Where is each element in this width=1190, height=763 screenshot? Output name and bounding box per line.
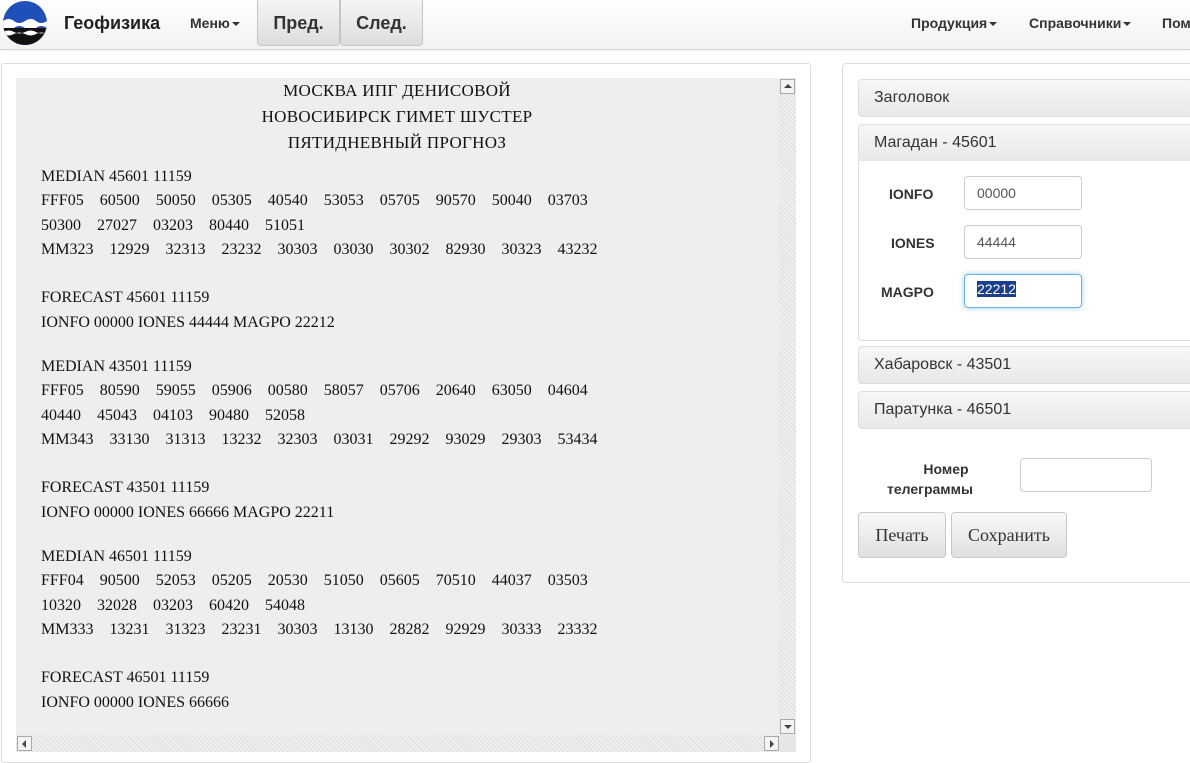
telegram-number-label-line2: телеграммы <box>887 481 973 497</box>
help-link[interactable]: Пом <box>1162 15 1190 31</box>
accordion-magadan[interactable]: Магадан - 45601 <box>858 124 1190 162</box>
horizontal-scrollbar[interactable] <box>16 735 779 752</box>
ionfo-label: IONFO <box>889 186 934 202</box>
telegram-text-line: IONFO 00000 IONES 66666 MAGPO 22211 <box>41 504 335 521</box>
telegram-text-line: 50300 27027 03203 80440 51051 <box>41 217 305 234</box>
scroll-down-button[interactable] <box>780 719 795 734</box>
telegram-text-line: MM323 12929 32313 23232 30303 03030 3030… <box>41 241 598 258</box>
telegram-number-label-line1: Номер <box>923 461 969 477</box>
vertical-scrollbar[interactable] <box>779 78 796 734</box>
telegram-textarea[interactable]: МОСКВА ИПГ ДЕНИСОВОЙ НОВОСИБИРСК ГИМЕТ Ш… <box>16 78 796 752</box>
magadan-form: IONFO IONES MAGPO 22212 <box>858 161 1190 341</box>
accordion-paratunka[interactable]: Паратунка - 46501 <box>858 391 1190 429</box>
telegram-text-line: IONFO 00000 IONES 44444 MAGPO 22212 <box>41 314 335 331</box>
telegram-text-line: IONFO 00000 IONES 66666 <box>41 694 229 711</box>
telegram-text-line: MEDIAN 43501 11159 <box>41 358 192 375</box>
arrow-right-icon <box>770 740 774 748</box>
telegram-text-line: MEDIAN 45601 11159 <box>41 168 192 185</box>
caret-down-icon <box>989 22 998 27</box>
menu-label: Меню <box>190 15 230 31</box>
next-button[interactable]: След. <box>340 0 423 46</box>
telegram-header-line: МОСКВА ИПГ ДЕНИСОВОЙ <box>283 81 511 100</box>
scroll-right-button[interactable] <box>764 736 779 751</box>
telegram-text-line: FFF04 90500 52053 05205 20530 51050 0560… <box>41 572 588 589</box>
scrollbar-corner <box>779 735 796 752</box>
ionfo-input[interactable] <box>964 176 1082 210</box>
products-dropdown[interactable]: Продукция <box>911 15 998 31</box>
telegram-text-line: FORECAST 43501 11159 <box>41 479 210 496</box>
telegram-text-line: MM343 33130 31313 13232 32303 03031 2929… <box>41 431 598 448</box>
telegram-text-line: FORECAST 45601 11159 <box>41 289 210 306</box>
telegram-header-line: ПЯТИДНЕВНЫЙ ПРОГНОЗ <box>287 133 507 152</box>
caret-down-icon <box>231 22 240 27</box>
telegram-text-line: FFF05 80590 59055 05906 00580 58057 0570… <box>41 382 588 399</box>
arrow-down-icon <box>783 725 792 729</box>
accordion-khabarovsk[interactable]: Хабаровск - 43501 <box>858 346 1190 384</box>
scroll-up-button[interactable] <box>780 79 795 94</box>
menu-dropdown[interactable]: Меню <box>190 15 240 31</box>
references-dropdown[interactable]: Справочники <box>1029 15 1132 31</box>
telegram-header-line: НОВОСИБИРСК ГИМЕТ ШУСТЕР <box>261 107 533 126</box>
arrow-left-icon <box>22 740 26 748</box>
telegram-text-line: MEDIAN 46501 11159 <box>41 548 192 565</box>
telegram-text-line: 10320 32028 03203 60420 54048 <box>41 597 305 614</box>
telegram-text-line: MM333 13231 31323 23231 30303 13130 2828… <box>41 621 598 638</box>
references-label: Справочники <box>1029 15 1122 31</box>
arrow-up-icon <box>783 84 792 88</box>
accordion-header-section[interactable]: Заголовок <box>858 79 1190 117</box>
magpo-label: MAGPO <box>881 284 934 300</box>
save-button[interactable]: Сохранить <box>951 512 1067 558</box>
iones-input[interactable] <box>964 225 1082 259</box>
telegram-number-input[interactable] <box>1020 458 1152 492</box>
prev-button[interactable]: Пред. <box>257 0 340 46</box>
iones-label: IONES <box>891 235 935 251</box>
magpo-input[interactable]: 22212 <box>964 274 1082 308</box>
telegram-text-line: FORECAST 46501 11159 <box>41 669 210 686</box>
top-navbar: Геофизика Меню Пред. След. Продукция Спр… <box>0 0 1190 50</box>
telegram-text-line: FFF05 60500 50050 05305 40540 53053 0570… <box>41 192 588 209</box>
magpo-selected-value: 22212 <box>977 281 1016 297</box>
caret-down-icon <box>1123 22 1132 27</box>
scroll-left-button[interactable] <box>17 736 32 751</box>
print-button[interactable]: Печать <box>858 512 946 558</box>
telegram-number-label: Номер телеграммы <box>870 459 990 499</box>
products-label: Продукция <box>911 15 988 31</box>
brand-title[interactable]: Геофизика <box>64 13 160 34</box>
geophysics-logo-icon[interactable] <box>3 1 47 45</box>
telegram-text-line: 40440 45043 04103 90480 52058 <box>41 407 305 424</box>
